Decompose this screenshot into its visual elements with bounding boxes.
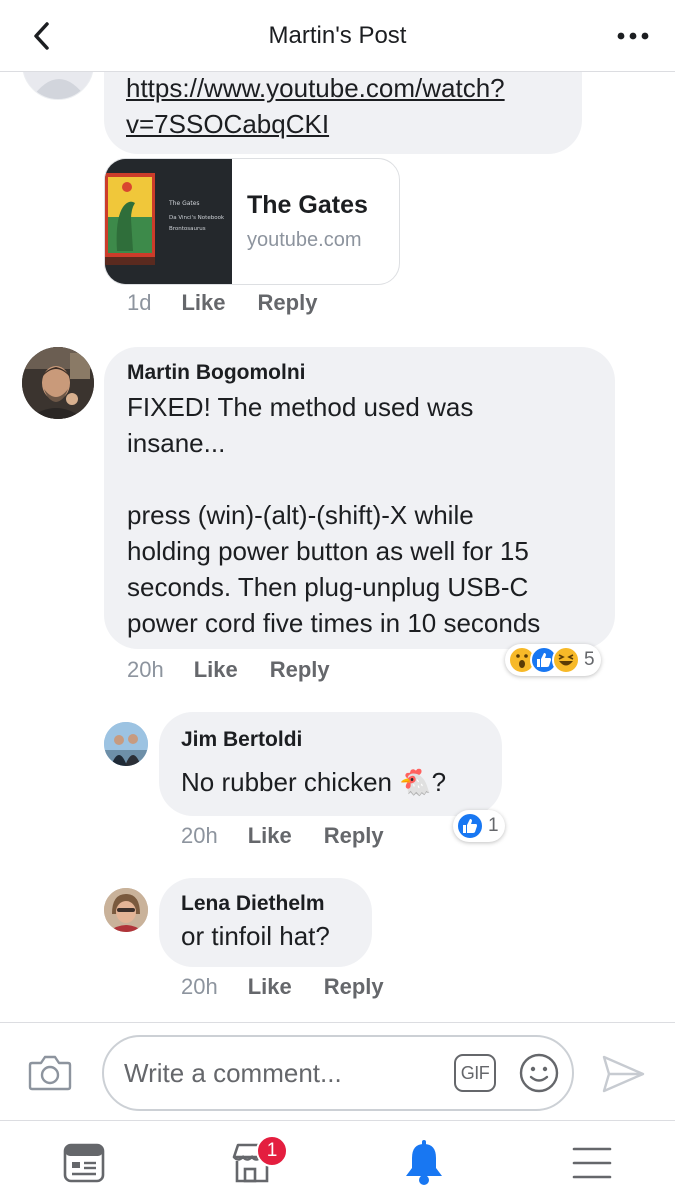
- comment-input[interactable]: [124, 1037, 444, 1109]
- comment-composer: GIF: [0, 1022, 675, 1120]
- more-dots-icon: [617, 32, 649, 40]
- comment-text-line: FIXED! The method used was: [127, 392, 474, 422]
- avatar[interactable]: [104, 888, 148, 932]
- send-icon: [602, 1055, 645, 1093]
- like-button[interactable]: Like: [248, 823, 292, 849]
- tab-notifications[interactable]: [398, 1137, 450, 1189]
- comment-author[interactable]: Martin Bogomolni: [127, 361, 615, 385]
- thumbnail-text: Da Vinci's Notebook: [169, 215, 225, 221]
- comment-text-line: [127, 461, 615, 497]
- comment-text: or tinfoil hat?: [181, 921, 330, 951]
- thumbnail-text: Brontosaurus: [169, 226, 206, 232]
- comment-timestamp: 20h: [181, 823, 218, 848]
- notification-badge: 1: [256, 1135, 288, 1167]
- camera-icon: [28, 1055, 72, 1091]
- comment-bubble: Lena Diethelm or tinfoil hat?: [159, 878, 372, 967]
- comment-actions: 1d Like Reply: [127, 290, 349, 316]
- comment-timestamp: 20h: [127, 657, 164, 682]
- comment-author[interactable]: Lena Diethelm: [181, 892, 372, 916]
- emoji-icon: [519, 1053, 559, 1093]
- more-options-button[interactable]: [613, 20, 653, 52]
- avatar[interactable]: [104, 722, 148, 766]
- thumbnail-text: The Gates: [168, 200, 200, 207]
- haha-icon: [552, 646, 580, 674]
- link-preview-title: The Gates: [247, 191, 368, 219]
- comment-text-line: press (win)-(alt)-(shift)-X while: [127, 500, 474, 530]
- comment-text-line: insane...: [127, 428, 226, 458]
- comment-timestamp: 20h: [181, 974, 218, 999]
- comment-text: No rubber chicken 🐔?: [181, 767, 447, 797]
- avatar[interactable]: [22, 347, 94, 419]
- comment-bubble: Jim Bertoldi No rubber chicken 🐔?: [159, 712, 502, 816]
- comments-feed[interactable]: https://www.youtube.com/watch? v=7SSOCab…: [0, 72, 675, 1022]
- menu-icon: [572, 1147, 612, 1179]
- chevron-left-icon: [34, 22, 49, 50]
- avatar-placeholder-icon: [31, 79, 87, 99]
- reply-button[interactable]: Reply: [324, 823, 384, 849]
- comment-link[interactable]: v=7SSOCabqCKI: [126, 106, 582, 142]
- tab-menu[interactable]: [566, 1137, 618, 1189]
- page-title: Martin's Post: [268, 22, 407, 49]
- emoji-button[interactable]: [518, 1052, 560, 1094]
- comment-actions: 20h Like Reply: [181, 974, 416, 1000]
- comment-bubble: https://www.youtube.com/watch? v=7SSOCab…: [104, 72, 582, 154]
- avatar-photo-icon: [104, 722, 148, 766]
- camera-button[interactable]: [28, 1053, 72, 1093]
- comment-timestamp: 1d: [127, 290, 152, 315]
- like-button[interactable]: Like: [248, 974, 292, 1000]
- reply-button[interactable]: Reply: [258, 290, 318, 316]
- album-art-icon: The Gates Da Vinci's Notebook Brontosaur…: [105, 159, 232, 284]
- avatar-photo-icon: [22, 347, 94, 419]
- reaction-summary[interactable]: 5: [505, 644, 601, 676]
- comment-link[interactable]: https://www.youtube.com/watch?: [126, 72, 582, 106]
- send-button[interactable]: [600, 1053, 646, 1095]
- comment-text-line: power cord five times in 10 seconds: [127, 608, 541, 638]
- notifications-icon: [406, 1140, 442, 1185]
- comment-bubble: Martin Bogomolni FIXED! The method used …: [104, 347, 615, 649]
- reaction-count: 5: [584, 649, 595, 670]
- tab-news-feed[interactable]: [58, 1137, 110, 1189]
- like-button[interactable]: Like: [181, 290, 225, 316]
- comment-author[interactable]: Jim Bertoldi: [181, 728, 502, 752]
- comment-actions: 20h Like Reply: [181, 823, 416, 849]
- reply-button[interactable]: Reply: [324, 974, 384, 1000]
- link-preview-card[interactable]: The Gates Da Vinci's Notebook Brontosaur…: [104, 158, 400, 285]
- comment-input-box: GIF: [102, 1035, 574, 1111]
- top-bar: Martin's Post: [0, 0, 675, 72]
- avatar[interactable]: [22, 72, 94, 100]
- avatar-photo-icon: [104, 888, 148, 932]
- back-button[interactable]: [22, 16, 62, 56]
- like-icon: [456, 812, 484, 840]
- comment-text-line: seconds. Then plug-unplug USB-C: [127, 572, 529, 602]
- comment-text-line: holding power button as well for 15: [127, 536, 529, 566]
- like-button[interactable]: Like: [194, 657, 238, 683]
- link-preview-thumbnail: The Gates Da Vinci's Notebook Brontosaur…: [105, 159, 232, 284]
- gif-button[interactable]: GIF: [454, 1054, 496, 1092]
- reaction-summary[interactable]: 1: [453, 810, 505, 842]
- comment-text: FIXED! The method used was insane... pre…: [127, 389, 615, 641]
- comment-actions: 20h Like Reply: [127, 657, 362, 683]
- news-feed-icon: [63, 1143, 105, 1183]
- reply-button[interactable]: Reply: [270, 657, 330, 683]
- bottom-tab-bar: 1: [0, 1120, 675, 1200]
- reaction-count: 1: [488, 815, 499, 836]
- link-preview-domain: youtube.com: [247, 229, 362, 251]
